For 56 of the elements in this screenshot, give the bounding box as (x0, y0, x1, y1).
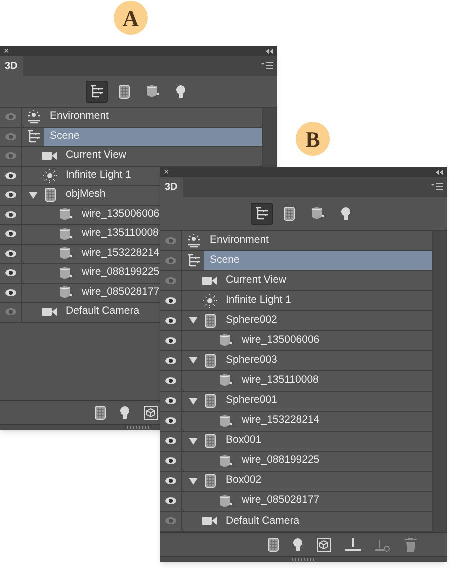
layer-row[interactable]: wire_088199225 (160, 452, 432, 472)
layer-name: Scene (44, 128, 262, 146)
layer-name: wire_088199225 (241, 453, 321, 468)
layer-row[interactable]: wire_085028177 (0, 284, 160, 303)
layer-name: wire_135006006 (81, 206, 160, 222)
layer-row[interactable]: wire_135110008 (0, 225, 160, 244)
layer-name: Current View (225, 272, 288, 288)
layer-name: Environment (209, 232, 270, 248)
layer-name: wire_135110008 (241, 373, 320, 388)
layer-name: Environment (49, 109, 110, 124)
layer-name: wire_085028177 (241, 493, 321, 508)
layer-name: Sphere002 (225, 312, 278, 328)
layer-name: Sphere003 (225, 353, 278, 368)
layer-name: wire_085028177 (81, 284, 160, 300)
layer-row[interactable]: wire_085028177 (160, 492, 432, 512)
label-badge: B (296, 122, 330, 156)
layer-name: wire_153228214 (241, 413, 321, 428)
layer-row[interactable]: wire_135006006 (160, 331, 432, 352)
close-button[interactable]: × (164, 168, 170, 176)
layer-row[interactable]: wire_153228214 (160, 412, 432, 432)
layer-name: wire_135006006 (241, 332, 321, 348)
layer-name: wire_153228214 (81, 246, 160, 261)
layer-row[interactable]: Current View (0, 147, 262, 166)
layer-row[interactable]: Sphere003 (160, 351, 432, 372)
layer-name: wire_088199225 (81, 265, 160, 280)
layer-name: Default Camera (65, 304, 141, 320)
layer-name: Box002 (225, 473, 263, 488)
layer-name: Sphere001 (225, 393, 278, 408)
layer-row[interactable]: Environment (160, 231, 432, 252)
layer-name: Default Camera (225, 514, 301, 529)
layer-name: Infinite Light 1 (225, 292, 292, 308)
layer-row[interactable]: Sphere001 (160, 392, 432, 412)
close-button[interactable]: × (4, 46, 10, 56)
panel-tab[interactable]: 3D (0, 56, 23, 76)
layer-name: Box001 (225, 433, 263, 448)
layer-row[interactable]: wire_153228214 (0, 244, 160, 264)
layer-name: Infinite Light 1 (65, 168, 132, 183)
layer-row[interactable]: Current View (160, 271, 432, 292)
layer-name: wire_135110008 (81, 226, 160, 242)
layer-row[interactable]: Environment (0, 108, 262, 128)
layer-row[interactable]: Default Camera (0, 303, 160, 322)
layer-name: Scene (204, 251, 432, 270)
layer-row[interactable]: Infinite Light 1 (0, 166, 160, 186)
layer-row[interactable]: Box002 (160, 472, 432, 492)
layer-row[interactable]: Default Camera (160, 512, 432, 532)
label-badge: A (114, 1, 148, 35)
layer-row[interactable]: Infinite Light 1 (160, 291, 432, 312)
layer-row[interactable]: Box001 (160, 432, 432, 452)
layer-row[interactable]: wire_088199225 (0, 264, 160, 284)
layer-name: objMesh (65, 187, 107, 202)
layer-row[interactable]: wire_135110008 (160, 371, 432, 392)
panel-tab[interactable]: 3D (160, 177, 183, 197)
layer-row[interactable]: wire_135006006 (0, 206, 160, 225)
layer-row[interactable]: Sphere002 (160, 311, 432, 332)
layer-name: Current View (65, 148, 128, 164)
layer-row[interactable]: objMesh (0, 186, 160, 206)
